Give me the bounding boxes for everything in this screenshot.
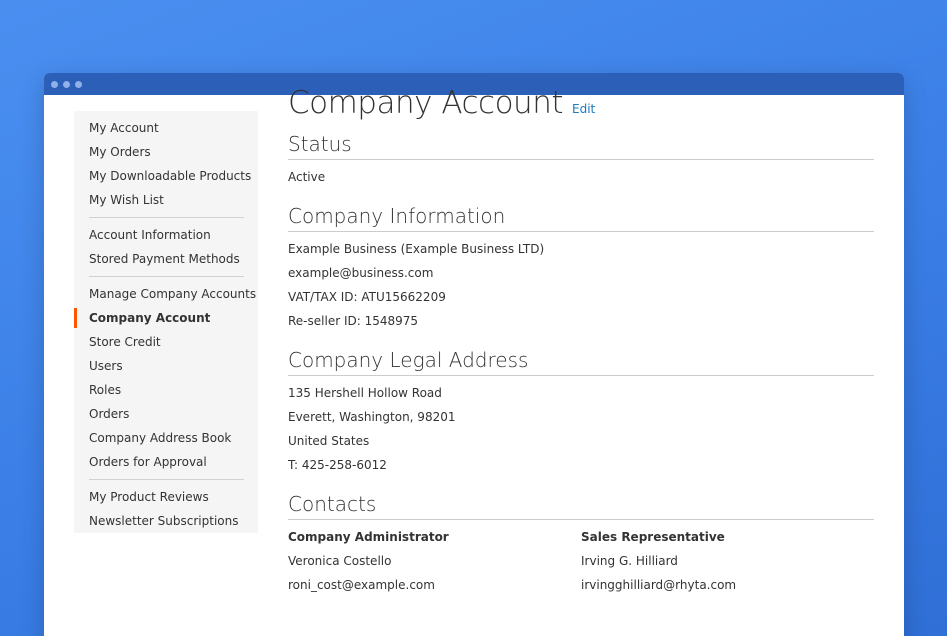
browser-window: My Account My Orders My Downloadable Pro… [44, 73, 904, 636]
company-vat-id: VAT/TAX ID: ATU15662209 [288, 290, 446, 304]
window-dot-icon[interactable] [51, 80, 58, 88]
sidebar-item-my-orders[interactable]: My Orders [74, 140, 258, 164]
account-sidebar: My Account My Orders My Downloadable Pro… [74, 111, 258, 533]
sidebar-item-stored-payment-methods[interactable]: Stored Payment Methods [74, 247, 258, 271]
sidebar-item-manage-company-accounts[interactable]: Manage Company Accounts [74, 282, 258, 306]
main-content: Company Account Edit Status Active Compa… [288, 85, 874, 609]
window-dot-icon[interactable] [63, 80, 70, 88]
contact-email: roni_cost@example.com [288, 578, 435, 592]
sales-representative-contact: Sales Representative Irving G. Hilliard … [581, 525, 874, 597]
contact-heading: Company Administrator [288, 530, 449, 544]
status-value: Active [288, 170, 326, 184]
sidebar-item-roles[interactable]: Roles [74, 378, 258, 402]
address-street: 135 Hershell Hollow Road [288, 386, 442, 400]
contact-name: Irving G. Hilliard [581, 554, 678, 568]
window-dot-icon[interactable] [75, 80, 82, 88]
edit-link[interactable]: Edit [572, 102, 595, 116]
sidebar-item-store-credit[interactable]: Store Credit [74, 330, 258, 354]
sidebar-divider [89, 217, 244, 218]
sidebar-item-wish-list[interactable]: My Wish List [74, 188, 258, 212]
sidebar-item-downloadable-products[interactable]: My Downloadable Products [74, 164, 258, 188]
sidebar-item-my-account[interactable]: My Account [74, 116, 258, 140]
sidebar-item-account-information[interactable]: Account Information [74, 223, 258, 247]
legal-address-section: Company Legal Address 135 Hershell Hollo… [288, 345, 874, 489]
sidebar-item-users[interactable]: Users [74, 354, 258, 378]
contact-heading: Sales Representative [581, 530, 725, 544]
address-phone: T: 425-258-6012 [288, 458, 387, 472]
address-city: Everett, Washington, 98201 [288, 410, 456, 424]
company-email: example@business.com [288, 266, 434, 280]
sidebar-item-orders-for-approval[interactable]: Orders for Approval [74, 450, 258, 474]
page-header: Company Account Edit [288, 85, 874, 129]
company-information-section: Company Information Example Business (Ex… [288, 201, 874, 345]
company-administrator-contact: Company Administrator Veronica Costello … [288, 525, 581, 597]
sidebar-item-company-address-book[interactable]: Company Address Book [74, 426, 258, 450]
status-section: Status Active [288, 129, 874, 201]
section-title-legal-address: Company Legal Address [288, 345, 874, 376]
sidebar-divider [89, 276, 244, 277]
contacts-section: Contacts Company Administrator Veronica … [288, 489, 874, 609]
sidebar-item-company-account[interactable]: Company Account [74, 306, 258, 330]
address-country: United States [288, 434, 370, 448]
sidebar-item-newsletter-subscriptions[interactable]: Newsletter Subscriptions [74, 509, 258, 533]
sidebar-item-product-reviews[interactable]: My Product Reviews [74, 485, 258, 509]
sidebar-divider [89, 479, 244, 480]
contact-email: irvingghilliard@rhyta.com [581, 578, 737, 592]
sidebar-item-orders[interactable]: Orders [74, 402, 258, 426]
section-title-status: Status [288, 129, 874, 160]
section-title-contacts: Contacts [288, 489, 874, 520]
contact-name: Veronica Costello [288, 554, 392, 568]
page-title: Company Account [288, 85, 564, 121]
section-title-company-information: Company Information [288, 201, 874, 232]
company-reseller-id: Re-seller ID: 1548975 [288, 314, 419, 328]
company-name: Example Business (Example Business LTD) [288, 242, 545, 256]
